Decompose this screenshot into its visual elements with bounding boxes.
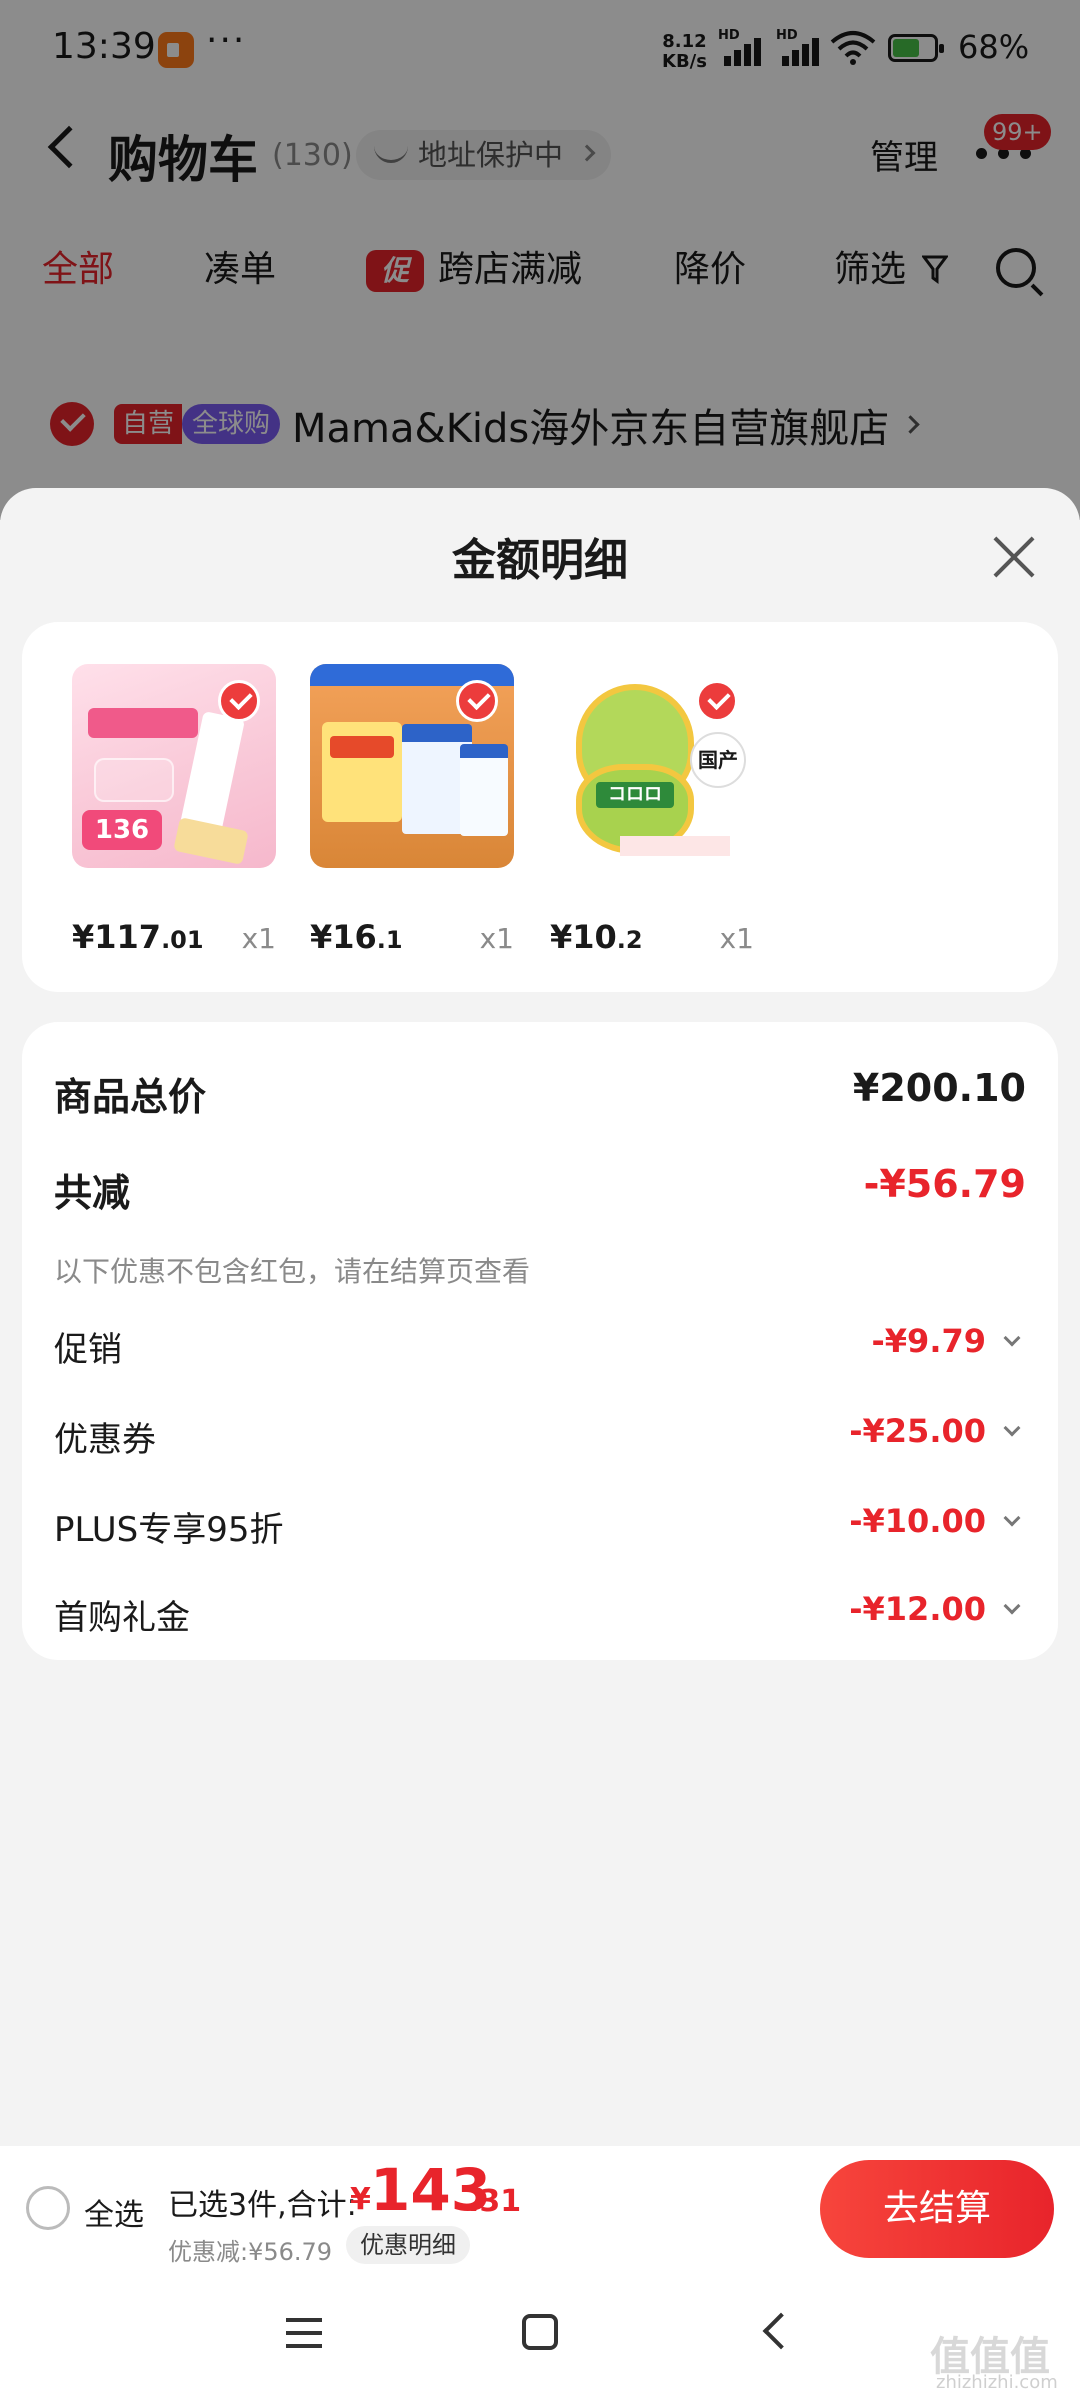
product-item[interactable]: ¥16.1 x1 bbox=[310, 664, 520, 956]
product-image-price-tag: 136 bbox=[82, 810, 162, 850]
product-quantity: x1 bbox=[479, 922, 514, 955]
plus-discount-value: -¥10.00 bbox=[849, 1502, 986, 1540]
coupon-label: 优惠券 bbox=[54, 1420, 156, 1460]
sheet-title: 金额明细 bbox=[452, 535, 628, 586]
back-icon[interactable] bbox=[762, 2312, 800, 2350]
discount-summary: 优惠减:¥56.79 bbox=[168, 2238, 333, 2266]
total-price-value: ¥200.10 bbox=[852, 1066, 1026, 1110]
coupon-value: -¥25.00 bbox=[849, 1412, 986, 1450]
milk-box-product-image bbox=[310, 664, 514, 868]
select-all-label[interactable]: 全选 bbox=[84, 2190, 144, 2234]
amount-detail-card: 商品总价 ¥200.10 共减 -¥56.79 以下优惠不包含红包，请在结算页查… bbox=[22, 1022, 1058, 1660]
watermark-url: zhizhizhi.com bbox=[936, 2372, 1058, 2393]
total-currency: ¥ bbox=[350, 2182, 371, 2217]
amount-detail-sheet: 金额明细 136 ¥117.01 x1 ¥16.1 x1 コロロ 国产 ¥10.… bbox=[0, 488, 1080, 2148]
first-purchase-gift-value: -¥12.00 bbox=[849, 1590, 986, 1628]
select-all-radio[interactable] bbox=[26, 2186, 70, 2230]
first-purchase-gift-label: 首购礼金 bbox=[54, 1598, 190, 1638]
product-item[interactable]: コロロ 国产 ¥10.2 x1 bbox=[550, 664, 760, 956]
product-price: ¥10.2 bbox=[550, 918, 643, 956]
recent-apps-icon[interactable] bbox=[286, 2318, 322, 2348]
check-icon bbox=[696, 680, 738, 722]
home-icon[interactable] bbox=[522, 2314, 558, 2350]
domestic-badge: 国产 bbox=[690, 732, 746, 788]
selected-summary: 已选3件,合计: bbox=[168, 2188, 357, 2223]
cream-tube-product-image: 136 bbox=[72, 664, 276, 868]
promotion-label: 促销 bbox=[54, 1330, 122, 1370]
product-item[interactable]: 136 ¥117.01 x1 bbox=[72, 664, 282, 956]
product-quantity: x1 bbox=[719, 922, 754, 955]
total-amount-decimal: .31 bbox=[468, 2184, 522, 2219]
discount-note: 以下优惠不包含红包，请在结算页查看 bbox=[54, 1255, 531, 1288]
chevron-down-icon bbox=[1003, 1329, 1021, 1347]
system-nav-bar: 值值值 zhizhizhi.com bbox=[0, 2274, 1080, 2400]
total-reduce-label: 共减 bbox=[54, 1171, 131, 1215]
product-price: ¥117.01 bbox=[72, 918, 204, 956]
grape-gummy-product-image: コロロ 国产 bbox=[550, 664, 754, 868]
checkout-bar: 全选 已选3件,合计: ¥ 143 .31 优惠减:¥56.79 优惠明细 去结… bbox=[0, 2146, 1080, 2274]
product-image-logo: コロロ bbox=[596, 782, 674, 808]
check-icon bbox=[456, 680, 498, 722]
total-price-label: 商品总价 bbox=[54, 1075, 207, 1119]
products-card: 136 ¥117.01 x1 ¥16.1 x1 コロロ 国产 ¥10.2 x1 bbox=[22, 622, 1058, 992]
discount-detail-button[interactable]: 优惠明细 bbox=[346, 2226, 470, 2264]
checkout-button[interactable]: 去结算 bbox=[820, 2160, 1054, 2258]
chevron-down-icon bbox=[1003, 1419, 1021, 1437]
promotion-value: -¥9.79 bbox=[871, 1322, 987, 1360]
product-price: ¥16.1 bbox=[310, 918, 403, 956]
check-icon bbox=[218, 680, 260, 722]
product-quantity: x1 bbox=[241, 922, 276, 955]
close-icon[interactable] bbox=[990, 532, 1038, 580]
dim-overlay[interactable] bbox=[0, 0, 1080, 520]
plus-discount-label: PLUS专享95折 bbox=[54, 1510, 284, 1550]
total-reduce-value: -¥56.79 bbox=[863, 1162, 1026, 1206]
chevron-down-icon bbox=[1003, 1509, 1021, 1527]
chevron-down-icon bbox=[1003, 1597, 1021, 1615]
